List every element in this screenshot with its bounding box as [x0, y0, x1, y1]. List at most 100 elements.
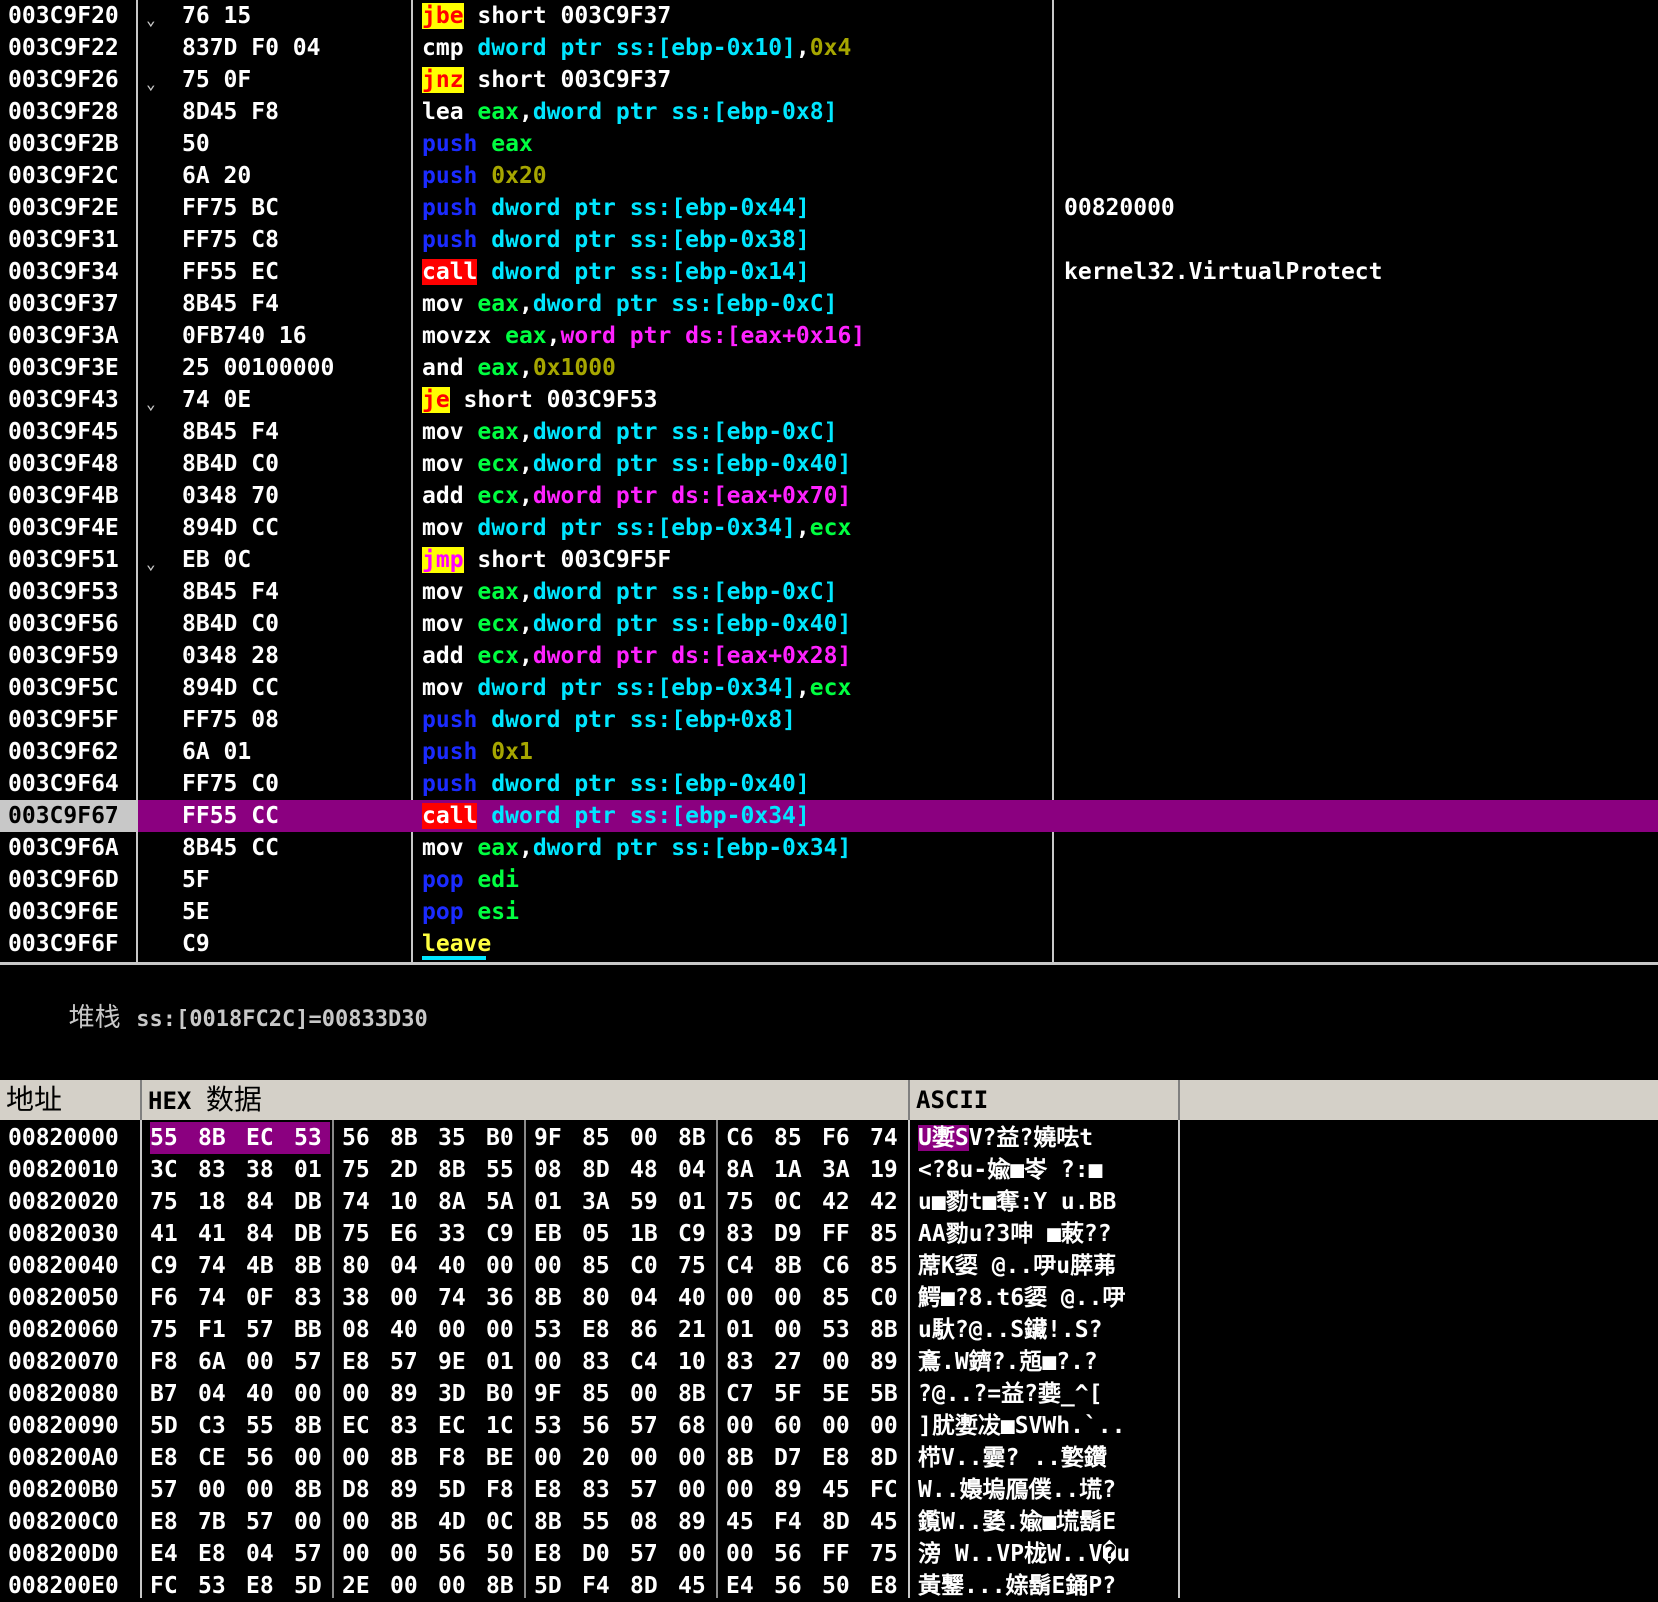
dump-byte[interactable]: C6 [726, 1122, 762, 1154]
dump-byte[interactable]: 00 [438, 1570, 474, 1602]
dump-byte[interactable]: 08 [630, 1506, 666, 1538]
disasm-row[interactable]: 003C9F5C 894D CC mov dword ptr ss:[ebp-0x3… [0, 672, 1658, 704]
dump-byte[interactable]: 00 [390, 1282, 426, 1314]
disasm-row[interactable]: 003C9F64 FF75 C0 push dword ptr ss:[ebp-0x… [0, 768, 1658, 800]
dump-byte[interactable]: 08 [534, 1154, 570, 1186]
dump-byte[interactable]: 00 [726, 1282, 762, 1314]
dump-byte[interactable]: 83 [390, 1410, 426, 1442]
dump-byte[interactable]: 1A [774, 1154, 810, 1186]
dump-byte[interactable]: 8B [294, 1410, 330, 1442]
dump-byte[interactable]: 53 [822, 1314, 858, 1346]
dump-byte[interactable]: 85 [774, 1122, 810, 1154]
dump-byte[interactable]: 00 [390, 1570, 426, 1602]
dump-byte[interactable]: 85 [582, 1250, 618, 1282]
dump-byte[interactable]: 85 [870, 1250, 906, 1282]
dump-byte[interactable]: 00 [534, 1346, 570, 1378]
disasm-row[interactable]: 003C9F4B 0348 70 add ecx,dword ptr ds:[eax… [0, 480, 1658, 512]
dump-byte[interactable]: 10 [678, 1346, 714, 1378]
dump-byte[interactable]: 75 [342, 1154, 378, 1186]
dump-byte[interactable]: 42 [870, 1186, 906, 1218]
dump-byte[interactable]: 00 [342, 1442, 378, 1474]
disasm-row[interactable]: 003C9F2C 6A 20 push 0x20 [0, 160, 1658, 192]
dump-byte[interactable]: C7 [726, 1378, 762, 1410]
dump-byte[interactable]: 55 [246, 1410, 282, 1442]
dump-byte[interactable]: F8 [486, 1474, 522, 1506]
dump-byte[interactable]: 00 [294, 1442, 330, 1474]
dump-row[interactable]: 008200D0 E4 E8 04 57 00 00 56 50 E8 D0 57 00 00 56 FF 75… [0, 1538, 1658, 1570]
header-hex[interactable]: HEX 数据 [142, 1080, 910, 1120]
dump-byte[interactable]: EC [246, 1122, 294, 1154]
dump-byte[interactable]: F8 [150, 1346, 186, 1378]
dump-byte[interactable]: 56 [774, 1538, 810, 1570]
dump-byte[interactable]: 45 [726, 1506, 762, 1538]
dump-byte[interactable]: 5F [774, 1378, 810, 1410]
dump-byte[interactable]: 45 [822, 1474, 858, 1506]
disasm-row[interactable]: 003C9F51 ⌄ EB 0C jmp short 003C9F5F [0, 544, 1658, 576]
dump-byte[interactable]: 5D [534, 1570, 570, 1602]
dump-byte[interactable]: 00 [246, 1346, 282, 1378]
dump-byte[interactable]: C9 [486, 1218, 522, 1250]
dump-byte[interactable]: 00 [534, 1250, 570, 1282]
dump-row[interactable]: 00820060 75 F1 57 BB 08 40 00 00 53 E8 86 21 01 00 53 8B… [0, 1314, 1658, 1346]
dump-byte[interactable]: E8 [150, 1506, 186, 1538]
disasm-row[interactable]: 003C9F45 8B45 F4 mov eax,dword ptr ss:[ebp… [0, 416, 1658, 448]
dump-byte[interactable]: C0 [630, 1250, 666, 1282]
dump-byte[interactable]: 68 [678, 1410, 714, 1442]
dump-byte[interactable]: 00 [390, 1538, 426, 1570]
dump-byte[interactable]: C4 [630, 1346, 666, 1378]
dump-byte[interactable]: B0 [486, 1122, 522, 1154]
dump-byte[interactable]: 57 [294, 1538, 330, 1570]
dump-byte[interactable]: 00 [342, 1538, 378, 1570]
dump-byte[interactable]: 00 [726, 1474, 762, 1506]
dump-byte[interactable]: E8 [246, 1570, 282, 1602]
dump-byte[interactable]: 0F [246, 1282, 282, 1314]
header-address[interactable]: 地址 [0, 1080, 142, 1120]
dump-byte[interactable]: 8B [486, 1570, 522, 1602]
dump-byte[interactable]: C6 [822, 1250, 858, 1282]
dump-row[interactable]: 008200A0 E8 CE 56 00 00 8B F8 BE 00 20 00 00 8B D7 E8 8D… [0, 1442, 1658, 1474]
dump-byte[interactable]: 8B [390, 1442, 426, 1474]
dump-byte[interactable]: 42 [822, 1186, 858, 1218]
dump-byte[interactable]: 75 [150, 1314, 186, 1346]
dump-byte[interactable]: 27 [774, 1346, 810, 1378]
dump-byte[interactable]: F4 [582, 1570, 618, 1602]
dump-byte[interactable]: 59 [630, 1186, 666, 1218]
dump-byte[interactable]: 56 [438, 1538, 474, 1570]
dump-byte[interactable]: 3C [150, 1154, 186, 1186]
dump-byte[interactable]: 38 [246, 1154, 282, 1186]
disasm-row[interactable]: 003C9F2B 50 push eax [0, 128, 1658, 160]
dump-byte[interactable]: C0 [870, 1282, 906, 1314]
dump-byte[interactable]: F6 [150, 1282, 186, 1314]
dump-byte[interactable]: 45 [678, 1570, 714, 1602]
dump-row[interactable]: 00820070 F8 6A 00 57 E8 57 9E 01 00 83 C4 10 83 27 00 89… [0, 1346, 1658, 1378]
dump-byte[interactable]: CE [198, 1442, 234, 1474]
dump-byte[interactable]: EC [342, 1410, 378, 1442]
dump-byte[interactable]: 2D [390, 1154, 426, 1186]
dump-byte[interactable]: B0 [486, 1378, 522, 1410]
dump-byte[interactable]: 01 [726, 1314, 762, 1346]
dump-byte[interactable]: 60 [774, 1410, 810, 1442]
dump-byte[interactable]: 57 [630, 1410, 666, 1442]
disasm-row[interactable]: 003C9F4E 894D CC mov dword ptr ss:[ebp-0x3… [0, 512, 1658, 544]
dump-row[interactable]: 00820050 F6 74 0F 83 38 00 74 36 8B 80 04 40 00 00 85 C0… [0, 1282, 1658, 1314]
dump-byte[interactable]: 89 [390, 1474, 426, 1506]
dump-byte[interactable]: 8B [294, 1474, 330, 1506]
disasm-row[interactable]: 003C9F26 ⌄ 75 0F jnz short 003C9F37 [0, 64, 1658, 96]
dump-byte[interactable]: 74 [438, 1282, 474, 1314]
dump-byte[interactable]: E8 [582, 1314, 618, 1346]
dump-byte[interactable]: 55 [486, 1154, 522, 1186]
dump-byte[interactable]: 8B [534, 1506, 570, 1538]
dump-byte[interactable]: 00 [774, 1314, 810, 1346]
dump-byte[interactable]: 9F [534, 1378, 570, 1410]
dump-byte[interactable]: 8B [534, 1282, 570, 1314]
dump-byte[interactable]: 86 [630, 1314, 666, 1346]
dump-byte[interactable]: 0C [486, 1506, 522, 1538]
dump-byte[interactable]: 01 [534, 1186, 570, 1218]
dump-byte[interactable]: 53 [198, 1570, 234, 1602]
disasm-row[interactable]: 003C9F37 8B45 F4 mov eax,dword ptr ss:[ebp… [0, 288, 1658, 320]
dump-byte[interactable]: E8 [822, 1442, 858, 1474]
dump-byte[interactable]: 74 [870, 1122, 906, 1154]
dump-byte[interactable]: 8B [726, 1442, 762, 1474]
dump-byte[interactable]: 83 [198, 1154, 234, 1186]
dump-byte[interactable]: 00 [822, 1410, 858, 1442]
